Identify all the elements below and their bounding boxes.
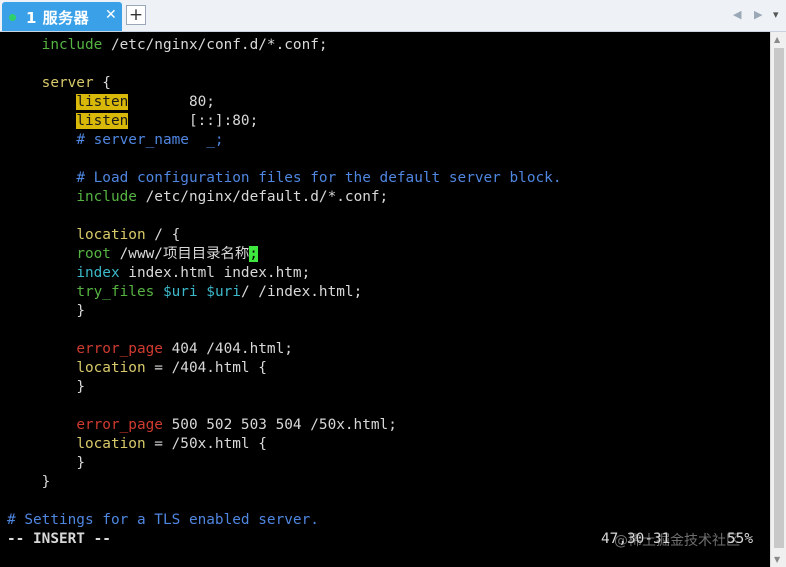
code-comment: # Load configuration files for the defau… <box>76 170 562 186</box>
code-line: error_page 500 502 503 504 /50x.html; <box>76 417 397 433</box>
code-line: listen [::]:80; <box>76 113 259 129</box>
search-highlight: listen <box>76 94 129 110</box>
code-line: location = /50x.html { <box>76 436 267 452</box>
new-tab-button[interactable]: + <box>126 5 146 25</box>
scroll-thumb[interactable] <box>774 48 784 548</box>
scroll-down-icon[interactable]: ▼ <box>774 555 780 564</box>
code-line: index index.html index.htm; <box>76 265 311 281</box>
tab-title: 1 服务器 <box>26 9 90 27</box>
code-comment: # Settings for a TLS enabled server. <box>7 512 319 528</box>
code-line: listen 80; <box>76 94 215 110</box>
text-cursor: ; <box>249 246 258 262</box>
code-line: } <box>76 303 85 319</box>
code-line: root /www/项目目录名称; <box>76 246 258 262</box>
code-line: location / { <box>76 227 181 243</box>
tab-next-icon[interactable]: ▶ <box>754 8 762 21</box>
tab-prev-icon[interactable]: ◀ <box>733 8 741 21</box>
terminal-editor[interactable]: include /etc/nginx/conf.d/*.conf; server… <box>0 32 770 567</box>
tab-menu-icon[interactable]: ▾ <box>773 8 779 21</box>
code-line: try_files $uri $uri/ /index.html; <box>76 284 363 300</box>
watermark: @稀土掘金技术社区 <box>614 533 740 549</box>
tab-server[interactable]: 1 服务器 ✕ <box>2 2 122 31</box>
code-line: server { <box>41 75 111 91</box>
code-line: error_page 404 /404.html; <box>76 341 293 357</box>
connection-status-dot-icon <box>9 14 16 21</box>
tab-bar: 1 服务器 ✕ + ◀ ▶ ▾ <box>0 0 786 32</box>
code-line: include /etc/nginx/conf.d/*.conf; <box>41 37 328 53</box>
code-line: } <box>76 455 85 471</box>
code-comment: # server_name _; <box>76 132 224 148</box>
scroll-up-icon[interactable]: ▲ <box>774 35 780 44</box>
vertical-scrollbar[interactable]: ▲ ▼ <box>770 32 786 567</box>
search-highlight: listen <box>76 113 129 129</box>
code-line: } <box>76 379 85 395</box>
mode-indicator: -- INSERT -- <box>7 531 111 547</box>
code-line: location = /404.html { <box>76 360 267 376</box>
tab-close-icon[interactable]: ✕ <box>105 7 117 23</box>
code-line: } <box>41 474 51 490</box>
code-line: include /etc/nginx/default.d/*.conf; <box>76 189 389 205</box>
